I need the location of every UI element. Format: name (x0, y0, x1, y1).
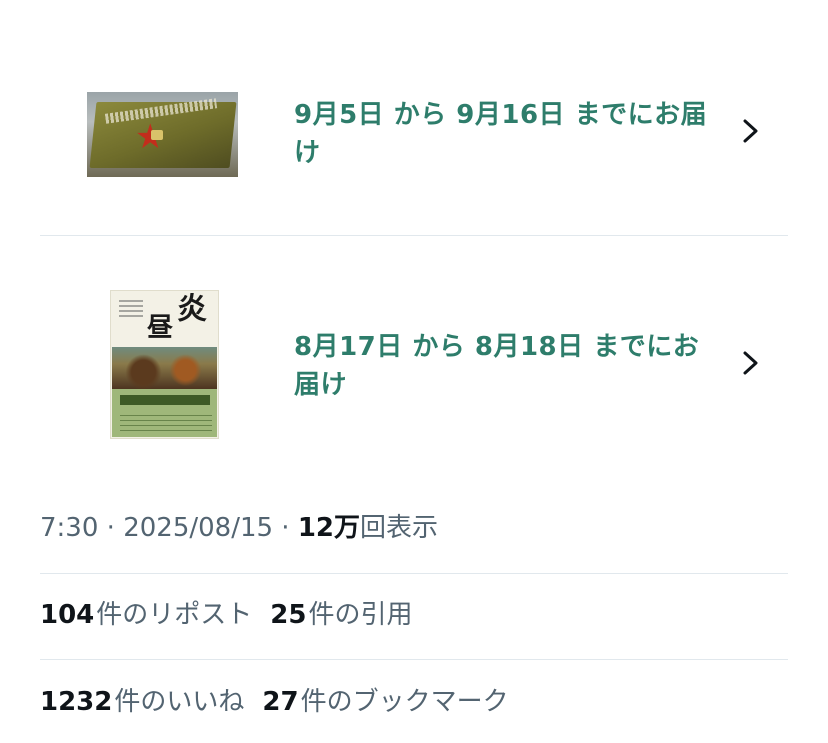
engagement-stats-row-1: 104件のリポスト 25件の引用 (40, 595, 431, 635)
meta-separator: · (273, 513, 298, 543)
reposts-count: 104 (40, 600, 95, 630)
delivery-estimate-1: 9月5日 から 9月16日 までにお届け (294, 100, 708, 168)
post-time[interactable]: 7:30 (40, 513, 98, 543)
views-label: 回表示 (360, 513, 439, 543)
bookmarks-count: 27 (262, 687, 299, 717)
chevron-right-icon (743, 351, 758, 375)
meta-separator: · (98, 513, 124, 543)
bookmarks-label: 件のブックマーク (300, 687, 509, 717)
bookmarks-stat[interactable]: 27件のブックマーク (262, 682, 508, 722)
post-metadata: 7:30 · 2025/08/15 · 12万回表示 (40, 508, 438, 548)
quotes-count: 25 (270, 600, 307, 630)
likes-label: 件のいいね (114, 687, 245, 717)
divider (40, 573, 788, 574)
quotes-label: 件の引用 (308, 600, 413, 630)
delivery-estimate-2: 8月17日 から 8月18日 までにお届け (294, 332, 700, 400)
reposts-stat[interactable]: 104件のリポスト (40, 595, 252, 635)
chevron-right-icon (743, 119, 758, 143)
views-count: 12万 (297, 513, 361, 543)
divider (40, 235, 788, 236)
product-thumbnail-book-honoo: 炎 昼 (110, 290, 219, 439)
likes-stat[interactable]: 1232件のいいね (40, 682, 244, 722)
order-link-2[interactable]: 炎 昼 8月17日 から 8月18日 までにお届け (40, 268, 788, 464)
post-date[interactable]: 2025/08/15 (123, 513, 273, 543)
reposts-label: 件のリポスト (96, 600, 253, 630)
order-link-1[interactable]: ★ 9月5日 から 9月16日 までにお届け (40, 64, 788, 236)
likes-count: 1232 (40, 687, 113, 717)
divider (40, 659, 788, 660)
quotes-stat[interactable]: 25件の引用 (270, 595, 412, 635)
engagement-stats-row-2: 1232件のいいね 27件のブックマーク (40, 682, 527, 722)
product-thumbnail-book-red-star: ★ (87, 92, 238, 177)
